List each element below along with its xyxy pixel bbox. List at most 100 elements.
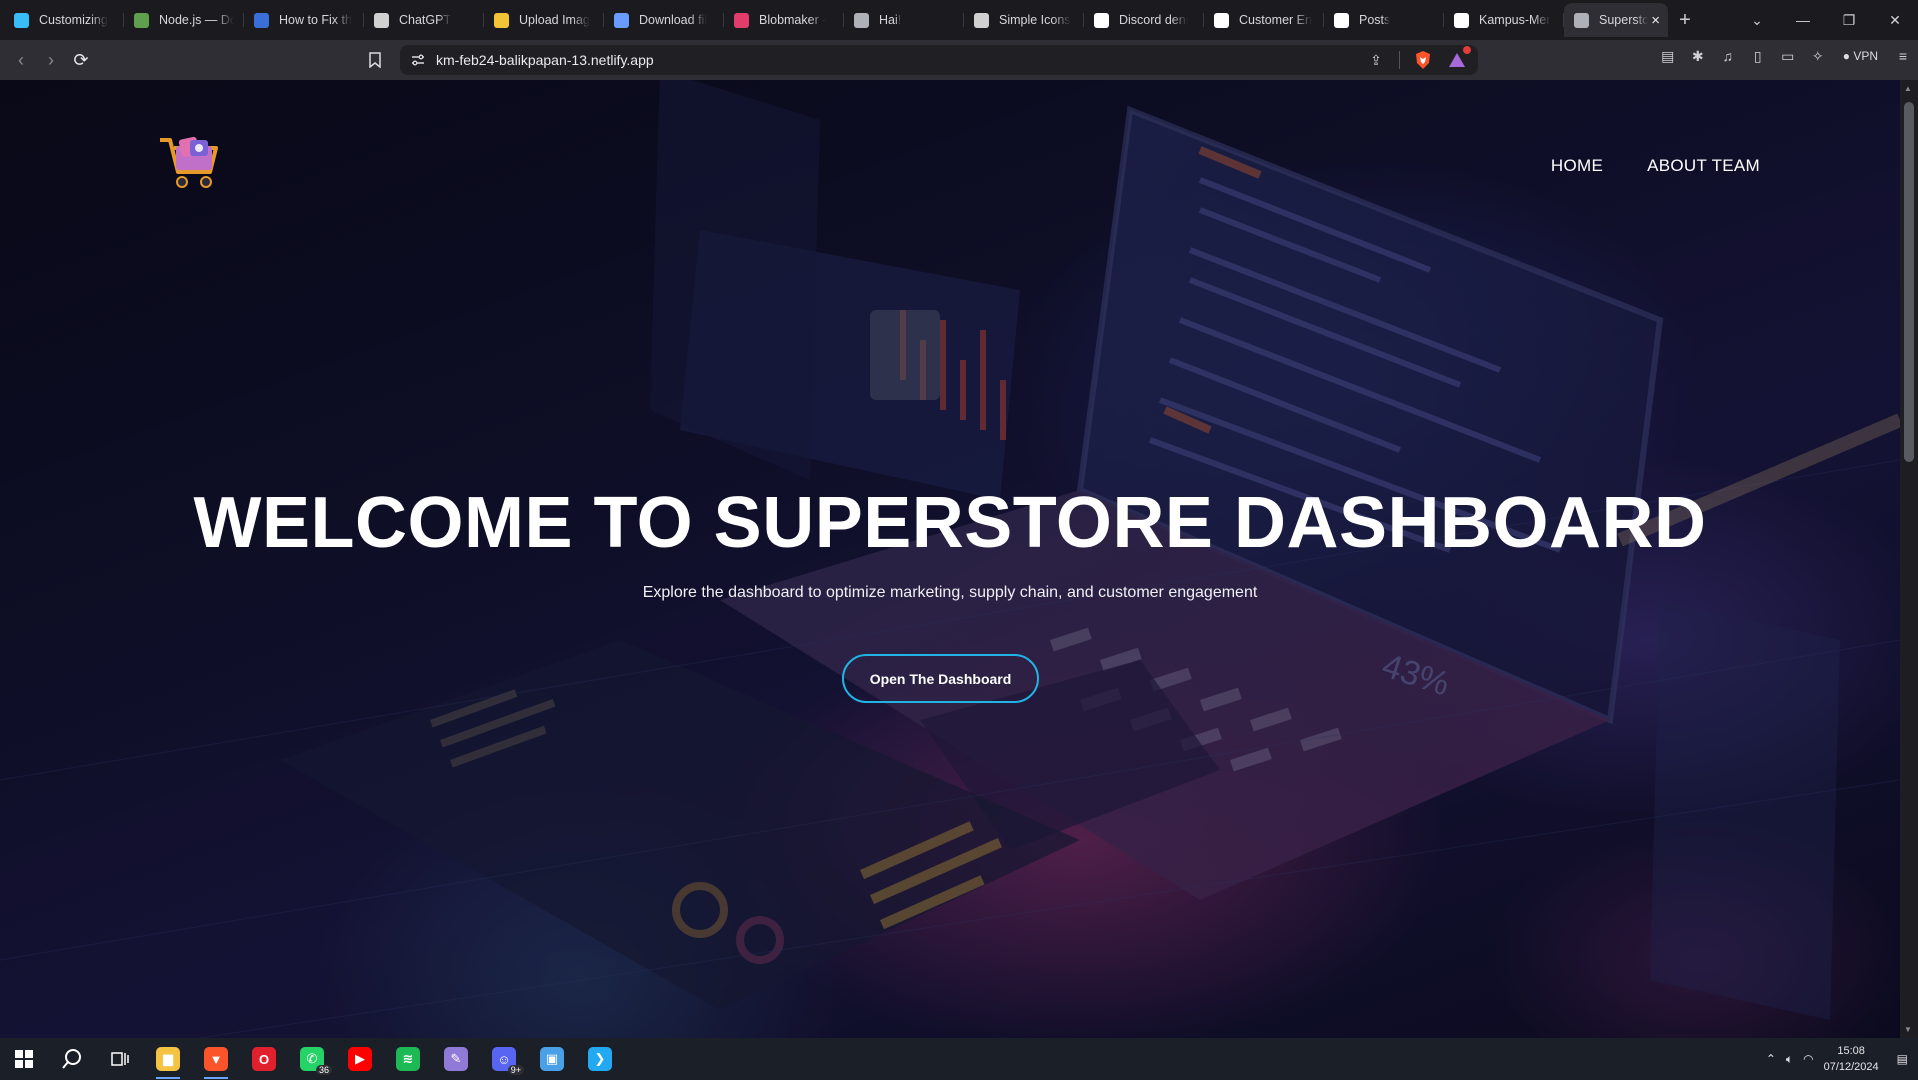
taskbar-app[interactable]: ≋ — [384, 1038, 432, 1080]
address-bar[interactable]: km-feb24-balikpapan-13.netlify.app ⇪ — [400, 45, 1478, 75]
media-icon[interactable]: ♫ — [1717, 45, 1739, 67]
task-view-button[interactable] — [96, 1038, 144, 1080]
forward-button[interactable]: › — [36, 45, 66, 75]
restore-button[interactable]: ❐ — [1826, 12, 1872, 29]
browser-tab[interactable]: Posts — [1324, 3, 1444, 37]
open-dashboard-button[interactable]: Open The Dashboard — [842, 654, 1039, 703]
page-scrollbar[interactable]: ▲ ▼ — [1900, 80, 1918, 1038]
taskbar-app[interactable]: ❯ — [576, 1038, 624, 1080]
notion-icon — [1214, 12, 1229, 28]
notifications-icon[interactable]: ▤ — [1897, 1052, 1908, 1066]
globe-icon — [854, 12, 869, 28]
share-icon[interactable]: ⇪ — [1365, 49, 1387, 71]
browser-tab[interactable]: ChatGPT — [364, 3, 484, 37]
taskbar-app[interactable]: ▣ — [528, 1038, 576, 1080]
tab-title: Simple Icons — [999, 13, 1071, 27]
browser-tab[interactable]: Superstc × — [1564, 3, 1668, 37]
url-text: km-feb24-balikpapan-13.netlify.app — [436, 52, 654, 68]
browser-tab[interactable]: Blobmaker - — [724, 3, 844, 37]
spotify-icon: ≋ — [396, 1047, 420, 1071]
window-controls: ⌄ — ❐ ✕ — [1734, 0, 1918, 40]
close-tab-icon[interactable]: × — [1651, 12, 1660, 29]
globe-icon — [1574, 12, 1589, 28]
browser-tab[interactable]: Upload Imag — [484, 3, 604, 37]
shopping-cart-icon — [160, 136, 218, 188]
notification-badge: 9+ — [507, 1065, 524, 1075]
extensions-puzzle-icon[interactable]: ✱ — [1687, 45, 1709, 67]
scroll-down-icon[interactable]: ▼ — [1904, 1025, 1912, 1034]
bookmark-icon[interactable] — [360, 45, 390, 75]
hero-title: WELCOME TO SUPERSTORE DASHBOARD — [193, 483, 1707, 563]
vpn-button[interactable]: ● VPN — [1837, 47, 1884, 65]
brave-icon: ▼ — [204, 1047, 228, 1071]
tab-title: Download fil — [639, 13, 708, 27]
clock[interactable]: 15:08 07/12/2024 — [1824, 1043, 1879, 1075]
google-icon — [1094, 12, 1109, 28]
system-tray: ⌃ 🔈︎ ◠ 15:08 07/12/2024 ▤ — [1766, 1038, 1918, 1080]
tab-title: ChatGPT — [399, 13, 452, 27]
new-tab-button[interactable]: + — [1668, 3, 1702, 37]
scrollbar-thumb[interactable] — [1904, 102, 1914, 462]
taskbar-app[interactable]: ✎ — [432, 1038, 480, 1080]
close-window-button[interactable]: ✕ — [1872, 12, 1918, 29]
tab-title: Blobmaker - — [759, 13, 827, 27]
taskbar-app[interactable]: ☺ 9+ — [480, 1038, 528, 1080]
minimize-button[interactable]: — — [1780, 12, 1826, 28]
notion-icon — [1334, 12, 1349, 28]
back-button[interactable]: ‹ — [6, 45, 36, 75]
browser-tab[interactable]: How to Fix th — [244, 3, 364, 37]
browser-tab[interactable]: Kampus-Mer — [1444, 3, 1564, 37]
task-view-icon — [111, 1052, 129, 1066]
sidebar-icon[interactable]: ▯ — [1747, 45, 1769, 67]
menu-icon[interactable]: ≡ — [1892, 45, 1914, 67]
tab-title: Superstc — [1599, 13, 1649, 27]
reload-button[interactable]: ⟳ — [66, 45, 96, 75]
browser-tab[interactable]: Node.js — Do — [124, 3, 244, 37]
browser-toolbar: ‹ › ⟳ km-feb24-balikpapan-13.netlify.app… — [0, 40, 1918, 80]
tab-strip: Customizing Node.js — Do How to Fix th Chat… — [0, 0, 1918, 40]
control-panel-icon: ▣ — [540, 1047, 564, 1071]
tab-title: Discord deni — [1119, 13, 1189, 27]
taskbar-app[interactable]: O — [240, 1038, 288, 1080]
leo-ai-icon[interactable]: ✧ — [1807, 45, 1829, 67]
taskbar-app[interactable]: ✆ 36 — [288, 1038, 336, 1080]
tab-title: Posts — [1359, 13, 1391, 27]
brave-rewards-icon[interactable] — [1446, 46, 1471, 71]
browser-tab[interactable]: Download fil — [604, 3, 724, 37]
tab-title: Kampus-Mer — [1479, 13, 1551, 27]
nav-about-team-link[interactable]: ABOUT TEAM — [1647, 156, 1760, 176]
superstore-logo[interactable] — [156, 132, 222, 194]
browser-tab[interactable]: Customer En — [1204, 3, 1324, 37]
tab-list: Customizing Node.js — Do How to Fix th Chat… — [4, 3, 1668, 37]
browser-tab[interactable]: Discord deni — [1084, 3, 1204, 37]
vpn-label: VPN — [1853, 49, 1878, 63]
site-settings-icon[interactable] — [410, 52, 426, 73]
diamond-icon — [614, 12, 629, 28]
start-button[interactable] — [0, 1038, 48, 1080]
taskbar-app[interactable]: ▆ — [144, 1038, 192, 1080]
tab-title: How to Fix th — [279, 13, 352, 27]
nav-home-link[interactable]: HOME — [1551, 156, 1603, 176]
scroll-up-icon[interactable]: ▲ — [1904, 84, 1912, 93]
volume-icon[interactable]: 🔈︎ — [1786, 1052, 1793, 1067]
clock-time: 15:08 — [1837, 1045, 1865, 1057]
brave-shields-icon[interactable] — [1412, 49, 1434, 71]
github-icon — [1454, 12, 1469, 28]
vscode-icon: ❯ — [588, 1047, 612, 1071]
windows-icon — [15, 1050, 33, 1068]
taskbar-app[interactable]: ▶ — [336, 1038, 384, 1080]
browser-tab[interactable]: Customizing — [4, 3, 124, 37]
show-hidden-icons-icon[interactable]: ⌃ — [1766, 1052, 1776, 1066]
ext-box-icon[interactable]: ▤ — [1657, 45, 1679, 67]
tab-search-icon[interactable]: ⌄ — [1734, 12, 1780, 29]
search-button[interactable] — [48, 1038, 96, 1080]
wifi-icon[interactable]: ◠ — [1803, 1052, 1813, 1066]
wallet-icon[interactable]: ▭ — [1777, 45, 1799, 67]
browser-tab[interactable]: Hai! — [844, 3, 964, 37]
taskbar-app[interactable]: ▼ — [192, 1038, 240, 1080]
opera-icon: O — [252, 1047, 276, 1071]
search-icon — [62, 1049, 81, 1069]
globe-icon — [254, 12, 269, 28]
browser-tab[interactable]: Simple Icons — [964, 3, 1084, 37]
pinned-apps: ▆ ▼ O ✆ 36 ▶ ≋ ✎ ☺ 9+ ▣ ❯ — [144, 1038, 624, 1080]
